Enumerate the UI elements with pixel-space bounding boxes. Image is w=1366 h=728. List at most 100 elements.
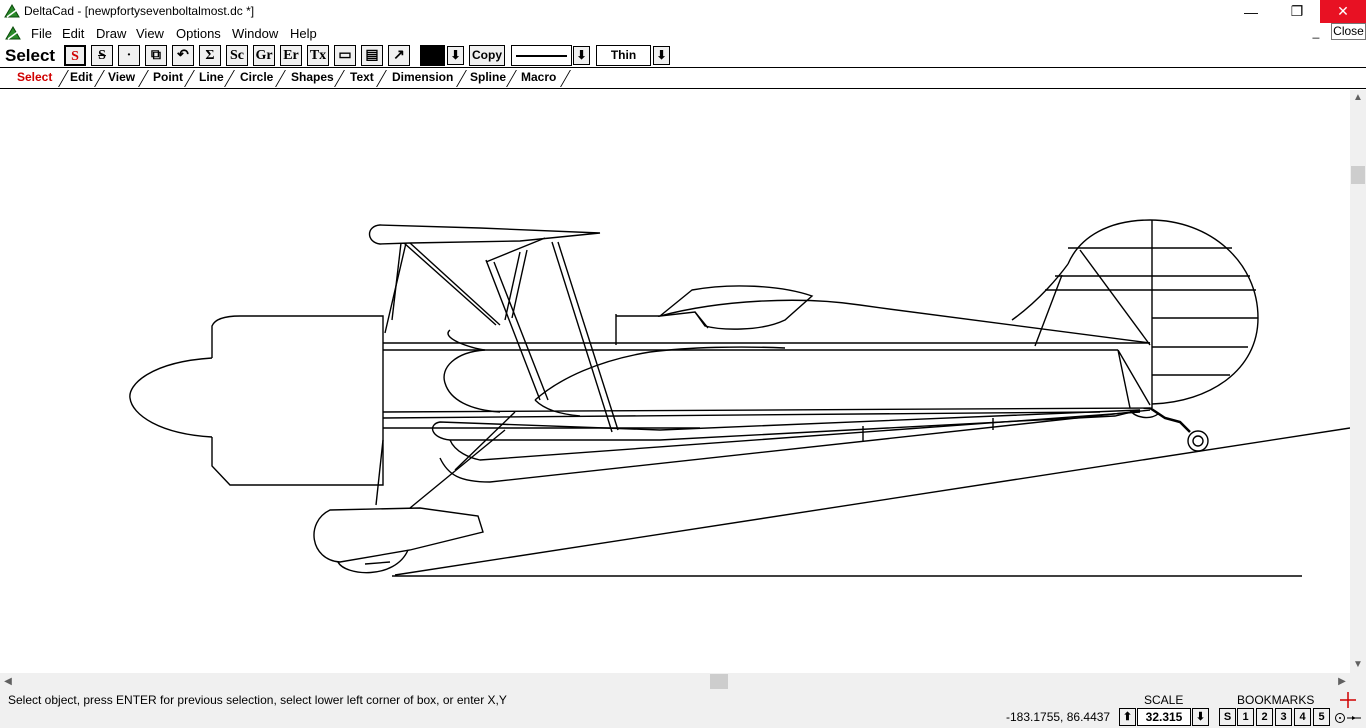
rotate-button[interactable]: ↶ (172, 45, 194, 66)
close-button[interactable]: ✕ (1320, 0, 1366, 23)
line-style-preview (516, 55, 567, 57)
scroll-left-icon[interactable]: ◀ (0, 673, 16, 690)
line-style-select[interactable] (511, 45, 572, 66)
horizontal-scrollbar[interactable]: ◀ ▶ (0, 673, 1350, 690)
menu-bar: File Edit Draw View Options Window Help (0, 23, 1366, 43)
menu-help[interactable]: Help (290, 26, 317, 41)
tab-edit[interactable]: Edit (70, 70, 93, 84)
tab-select[interactable]: Select (17, 70, 52, 84)
tab-macro[interactable]: Macro (521, 70, 556, 84)
color-swatch[interactable] (420, 45, 445, 66)
upper-wing (368, 224, 601, 245)
scale-up-arrow-icon[interactable]: ⬆ (1119, 708, 1136, 726)
toolbar: Select S S · ⧉ ↶ Σ Sc Gr Er Tx ▭ ▤ ↗ ⬇ C… (0, 43, 1366, 67)
paste-button[interactable]: ▤ (361, 45, 383, 66)
scale-label: SCALE (1144, 693, 1184, 707)
bookmark-4-button[interactable]: 4 (1294, 708, 1311, 726)
tab-shapes[interactable]: Shapes (291, 70, 334, 84)
menu-draw[interactable]: Draw (96, 26, 126, 41)
vertical-scroll-thumb[interactable] (1351, 166, 1365, 184)
vertical-scrollbar[interactable]: ▲ ▼ (1350, 90, 1366, 673)
bookmark-s-button[interactable]: S (1219, 708, 1236, 726)
scale-value-field[interactable]: 32.315 (1137, 708, 1191, 726)
erase-button[interactable]: Er (280, 45, 302, 66)
tool-tab-bar: Select Edit View Point Line Circle Shape… (0, 67, 1366, 89)
scale-button[interactable]: Sc (226, 45, 248, 66)
maximize-button[interactable]: ❐ (1274, 0, 1320, 23)
document-icon[interactable] (5, 25, 21, 41)
menu-window[interactable]: Window (232, 26, 278, 41)
tab-view[interactable]: View (108, 70, 135, 84)
tab-divider (275, 70, 286, 87)
deselect-tool-button[interactable]: S (91, 45, 113, 66)
line-style-dropdown-arrow-icon[interactable]: ⬇ (573, 46, 590, 65)
line-edit-button[interactable]: ↗ (388, 45, 410, 66)
scroll-down-icon[interactable]: ▼ (1350, 657, 1366, 673)
bookmarks-label: BOOKMARKS (1237, 693, 1315, 707)
cabane-strut (511, 249, 528, 319)
landing-gear-leg (375, 439, 384, 506)
tab-divider (94, 70, 105, 87)
text-button[interactable]: Tx (307, 45, 329, 66)
tab-point[interactable]: Point (153, 70, 183, 84)
belly-line (449, 411, 1141, 461)
line-width-dropdown-arrow-icon[interactable]: ⬇ (653, 46, 670, 65)
status-message: Select object, press ENTER for previous … (8, 693, 507, 707)
fairing-curve (534, 346, 786, 401)
bookmark-3-button[interactable]: 3 (1275, 708, 1292, 726)
tab-divider (138, 70, 149, 87)
mirror-button[interactable]: Σ (199, 45, 221, 66)
cabane-strut (403, 242, 497, 326)
landing-gear-leg (409, 429, 506, 509)
fin-brace (1034, 274, 1063, 347)
bookmark-1-button[interactable]: 1 (1237, 708, 1254, 726)
window-title: DeltaCad - [newpfortysevenboltalmost.dc … (24, 4, 255, 18)
bookmark-5-button[interactable]: 5 (1313, 708, 1330, 726)
menu-options[interactable]: Options (176, 26, 221, 41)
tab-circle[interactable]: Circle (240, 70, 273, 84)
frame-button[interactable]: ▭ (334, 45, 356, 66)
cabane-strut (391, 242, 402, 321)
tab-divider (376, 70, 387, 87)
tab-divider (184, 70, 195, 87)
drawing-canvas[interactable] (0, 90, 1351, 673)
scroll-up-icon[interactable]: ▲ (1350, 90, 1366, 106)
minimize-button[interactable]: — (1228, 0, 1274, 23)
deltacad-app-icon (4, 4, 20, 18)
copy-button[interactable]: Copy (469, 45, 505, 66)
window-select-button[interactable]: ⧉ (145, 45, 167, 66)
interplane-strut (557, 241, 619, 431)
wheel-pant (313, 507, 484, 563)
tail-wheel-spring (1149, 406, 1191, 433)
fuselage-line (382, 411, 1101, 419)
color-dropdown-arrow-icon[interactable]: ⬇ (447, 46, 464, 65)
snap-toggle-icon[interactable] (1334, 711, 1362, 725)
scroll-right-icon[interactable]: ▶ (1334, 673, 1350, 690)
point-tool-button[interactable]: · (118, 45, 140, 66)
menu-edit[interactable]: Edit (62, 26, 84, 41)
line-width-select[interactable]: Thin (596, 45, 651, 66)
scale-down-arrow-icon[interactable]: ⬇ (1192, 708, 1209, 726)
bookmark-2-button[interactable]: 2 (1256, 708, 1273, 726)
spinner-outline (129, 357, 213, 438)
close-tooltip: Close (1331, 23, 1366, 40)
interplane-strut (493, 261, 549, 401)
tab-dimension[interactable]: Dimension (392, 70, 453, 84)
tab-line[interactable]: Line (199, 70, 224, 84)
turtle-deck (659, 299, 1151, 344)
mode-label: Select (5, 46, 56, 65)
biplane-drawing (129, 219, 1351, 577)
horizontal-scroll-thumb[interactable] (710, 674, 728, 689)
mdi-minimize-button[interactable]: _ (1309, 26, 1323, 41)
tab-text[interactable]: Text (350, 70, 374, 84)
cowling-outline (211, 315, 384, 486)
menu-view[interactable]: View (136, 26, 164, 41)
group-button[interactable]: Gr (253, 45, 275, 66)
belly-line (439, 409, 1151, 483)
tab-divider (58, 70, 69, 87)
axle (364, 561, 391, 565)
crosshair-icon[interactable] (1340, 692, 1356, 708)
menu-file[interactable]: File (31, 26, 52, 41)
tab-spline[interactable]: Spline (470, 70, 506, 84)
select-tool-button[interactable]: S (64, 45, 86, 66)
